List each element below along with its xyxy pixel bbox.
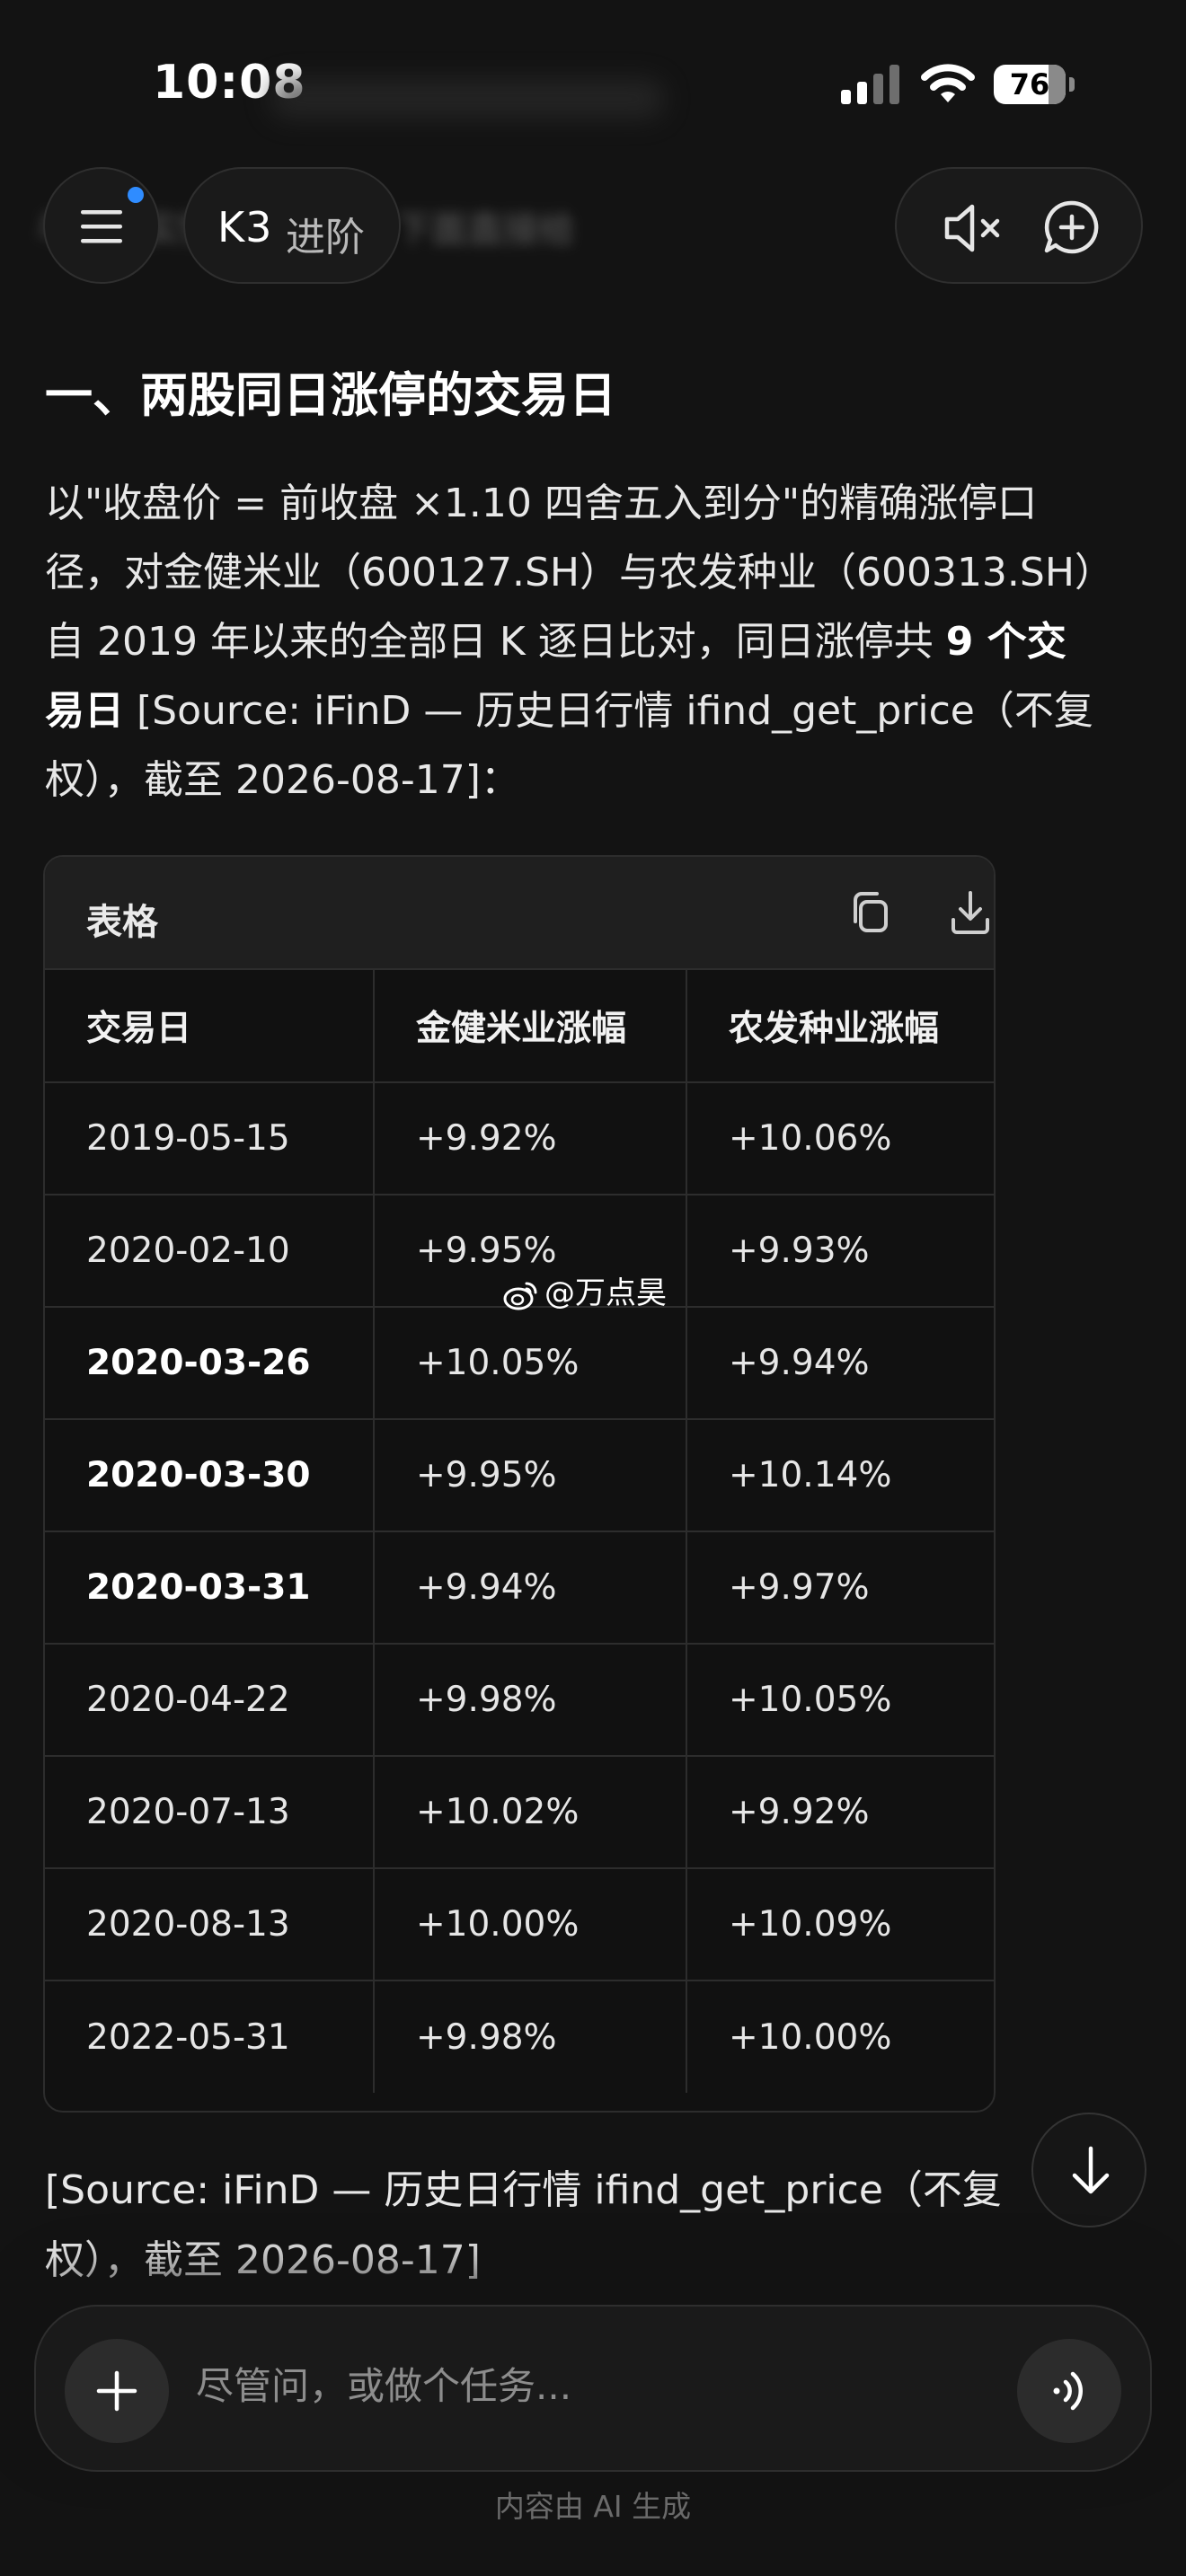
prompt-input[interactable] — [196, 2364, 897, 2408]
speaker-muted-icon[interactable] — [942, 201, 1006, 255]
notification-dot — [128, 187, 144, 203]
battery-level: 76 — [1009, 67, 1050, 101]
model-name: K3 — [217, 203, 273, 251]
source-line: [Source: iFinD — 历史日行情 ifind_get_price（不… — [45, 2167, 1002, 2213]
source-citation: [Source: iFinD — 历史日行情 ifind_get_price（不… — [45, 2156, 1078, 2296]
cell-nongfa-change: +9.97% — [686, 1531, 994, 1645]
paragraph-line: 权），截至 2026-08-17]： — [45, 745, 1155, 815]
cell-date: 2020-04-22 — [45, 1644, 375, 1757]
paragraph-emphasis: 9 个交 — [945, 619, 1067, 665]
paragraph-line: 以"收盘价 = 前收盘 ×1.10 四舍五入到分"的精确涨停口 — [45, 469, 1155, 538]
cell-date: 2020-03-26 — [45, 1307, 375, 1420]
table-row: 2020-03-26 +10.05% +9.94% — [45, 1307, 994, 1420]
model-selector-button[interactable]: K3 进阶 — [183, 167, 401, 284]
table-header-row: 交易日 金健米业涨幅 农发种业涨幅 — [45, 970, 994, 1083]
attach-button[interactable] — [65, 2339, 169, 2443]
wifi-icon — [921, 64, 975, 102]
obscured-previous-message: 与历史实情完全吻合，下面直接给 — [36, 205, 952, 255]
table-row: 2022-05-31 +9.98% +10.00% — [45, 1981, 994, 2093]
download-icon[interactable] — [949, 889, 992, 936]
cell-date: 2019-05-15 — [45, 1082, 375, 1195]
cell-nongfa-change: +10.00% — [729, 2016, 892, 2058]
top-actions — [895, 167, 1143, 284]
cell-date: 2020-02-10 — [45, 1195, 375, 1308]
cell-nongfa-change: +9.94% — [686, 1307, 994, 1420]
ai-disclaimer: 内容由 AI 生成 — [494, 2489, 692, 2524]
intro-paragraph: 以"收盘价 = 前收盘 ×1.10 四舍五入到分"的精确涨停口径，对金健米业（6… — [45, 469, 1155, 815]
blurred-notification — [270, 79, 665, 119]
cell-jinjian-change: +9.92% — [374, 1082, 687, 1195]
limit-up-table: 交易日 金健米业涨幅 农发种业涨幅 2019-05-15 +9.92% +10.06… — [45, 970, 994, 2093]
paragraph-text: 权），截至 2026-08-17]： — [45, 757, 520, 803]
paragraph-text: 径，对金健米业（600127.SH）与农发种业（600313.SH） — [45, 550, 1114, 595]
table-title: 表格 — [86, 902, 158, 943]
paragraph-line: 易日 [Source: iFinD — 历史日行情 ifind_get_pric… — [45, 676, 1155, 745]
copy-icon[interactable] — [848, 889, 891, 936]
menu-button[interactable] — [43, 167, 160, 284]
cell-jinjian-change: +9.94% — [374, 1531, 687, 1645]
cell-date: 2020-03-30 — [45, 1419, 375, 1532]
cell-nongfa-change: +9.92% — [686, 1756, 994, 1869]
table-row: 2020-03-30 +9.95% +10.14% — [45, 1419, 994, 1532]
paragraph-text: 以"收盘价 = 前收盘 ×1.10 四舍五入到分"的精确涨停口 — [45, 481, 1038, 526]
paragraph-line: 自 2019 年以来的全部日 K 逐日比对，同日涨停共 9 个交 — [45, 607, 1155, 676]
data-table-card: 表格 交易日 金健米业涨幅 农发种业涨幅 2019-05-15 +9.92% +10… — [43, 855, 996, 2113]
cell-date: 2020-07-13 — [45, 1756, 375, 1869]
cell-nongfa-change: +10.06% — [686, 1082, 994, 1195]
table-row: 2020-03-31 +9.94% +9.97% — [45, 1531, 994, 1645]
status-bar: 10:08 76 — [0, 0, 1186, 171]
paragraph-text: 自 2019 年以来的全部日 K 逐日比对，同日涨停共 — [45, 619, 946, 665]
voice-icon — [1053, 2371, 1083, 2411]
paragraph-emphasis: 易日 — [45, 688, 124, 734]
cell-date: 2020-03-31 — [45, 1531, 375, 1645]
cell-jinjian-change: +10.02% — [374, 1756, 687, 1869]
paragraph-text: [Source: iFinD — 历史日行情 ifind_get_price（不… — [124, 688, 1093, 734]
model-tier: 进阶 — [286, 215, 365, 260]
cell-nongfa-change: +9.93% — [686, 1195, 994, 1308]
cell-nongfa-change: +10.05% — [686, 1644, 994, 1757]
scroll-to-bottom-button[interactable] — [1031, 2113, 1146, 2228]
cell-date: 2020-08-13 — [45, 1868, 375, 1981]
column-header-nongfa: 农发种业涨幅 — [686, 970, 994, 1083]
table-row: 2020-08-13 +10.00% +10.09% — [45, 1868, 994, 1981]
battery-icon: 76 — [994, 65, 1075, 104]
voice-button[interactable] — [1017, 2339, 1121, 2443]
cell-jinjian-change: +9.95% — [374, 1419, 687, 1532]
table-row: 2019-05-15 +9.92% +10.06% — [45, 1082, 994, 1195]
cell-nongfa-change: +10.09% — [686, 1868, 994, 1981]
table-row: 2020-07-13 +10.02% +9.92% — [45, 1756, 994, 1869]
cell-nongfa-change: +10.14% — [686, 1419, 994, 1532]
cell-jinjian-change: +9.98% — [374, 1981, 687, 2093]
message-composer — [34, 2305, 1152, 2472]
signal-icon — [841, 65, 899, 104]
paragraph-line: 径，对金健米业（600127.SH）与农发种业（600313.SH） — [45, 538, 1155, 607]
weibo-icon — [503, 1282, 537, 1310]
new-chat-icon[interactable] — [1042, 199, 1102, 255]
plus-icon — [96, 2370, 137, 2412]
watermark: @万点昊 — [503, 1268, 667, 1311]
arrow-down-icon — [1072, 2146, 1110, 2194]
cell-jinjian-change: +10.00% — [374, 1868, 687, 1981]
menu-icon — [81, 210, 122, 243]
watermark-text: @万点昊 — [544, 1275, 667, 1311]
source-line: 权），截至 2026-08-17] — [45, 2237, 481, 2283]
column-header-jinjian: 金健米业涨幅 — [374, 970, 687, 1083]
section-heading: 一、两股同日涨停的交易日 — [45, 368, 616, 423]
table-row: 2020-04-22 +9.98% +10.05% — [45, 1644, 994, 1757]
cell-jinjian-change: +9.98% — [374, 1644, 687, 1757]
column-header-date: 交易日 — [45, 970, 375, 1083]
cell-date: 2022-05-31 — [45, 1981, 375, 2093]
table-toolbar: 表格 — [45, 857, 994, 970]
cell-jinjian-change: +10.05% — [374, 1307, 687, 1420]
